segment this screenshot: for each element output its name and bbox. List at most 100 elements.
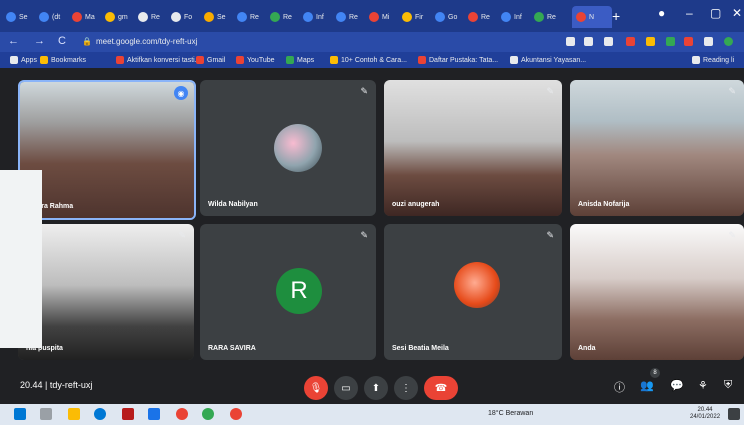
bookmark-icon: [286, 56, 294, 64]
tab-active[interactable]: N: [572, 6, 612, 28]
participant-tile[interactable]: ✎ Anda: [570, 224, 744, 360]
chat-icon[interactable]: 💬: [670, 379, 684, 392]
bookmark-label: Akuntansi Yayasan...: [521, 56, 587, 64]
tab-favicon: [435, 12, 445, 22]
active-tab-favicon: [576, 12, 586, 22]
chrome-icon[interactable]: [202, 408, 214, 420]
tab[interactable]: Fir: [402, 8, 432, 26]
participant-tile[interactable]: ✎ ouzi anugerah: [384, 80, 562, 216]
tab[interactable]: Ma: [72, 8, 102, 26]
bookmark-item[interactable]: Apps: [10, 54, 37, 66]
bookmark-label: Gmail: [207, 56, 226, 64]
tab[interactable]: Re: [534, 8, 564, 26]
tab[interactable]: gm: [105, 8, 135, 26]
tab[interactable]: Inf: [501, 8, 531, 26]
speaking-indicator-icon: ◉: [174, 86, 188, 100]
tab[interactable]: Re: [138, 8, 168, 26]
mic-off-icon: ✎: [360, 230, 368, 240]
chrome-icon[interactable]: [230, 408, 242, 420]
participant-avatar: R: [276, 268, 322, 314]
tab-label: Mi: [382, 13, 390, 21]
start-icon[interactable]: [14, 408, 26, 420]
tab-favicon: [204, 12, 214, 22]
tab[interactable]: Re: [468, 8, 498, 26]
tab-favicon: [468, 12, 478, 22]
participant-tile[interactable]: ✎ Anisda Nofarija: [570, 80, 744, 216]
info-icon[interactable]: ⓘ: [614, 379, 625, 395]
url-input[interactable]: meet.google.com/tdy-reft-uxj: [96, 35, 536, 49]
extension-icon[interactable]: [684, 37, 693, 46]
tab[interactable]: Fo: [171, 8, 201, 26]
profile-avatar-icon[interactable]: [724, 37, 733, 46]
clock[interactable]: 20.44 24/01/2022: [690, 407, 720, 421]
reading-list-icon: [692, 56, 700, 64]
meeting-code: tdy-reft-uxj: [49, 380, 93, 390]
participant-tile[interactable]: ✎ Sesi Beatia Meila: [384, 224, 562, 360]
tab-favicon: [303, 12, 313, 22]
bookmark-item[interactable]: Daftar Pustaka: Tata...: [418, 54, 498, 66]
share-icon[interactable]: [584, 37, 593, 46]
reload-icon[interactable]: C: [58, 35, 66, 47]
tab-favicon: [6, 12, 16, 22]
tab[interactable]: Inf: [303, 8, 333, 26]
weather-widget[interactable]: 18°C Berawan: [488, 410, 533, 417]
bookmark-item[interactable]: YouTube: [236, 54, 275, 66]
app-icon[interactable]: [148, 408, 160, 420]
tab-label: Se: [19, 13, 28, 21]
extension-pdf-icon[interactable]: [626, 37, 635, 46]
camera-indicator-icon[interactable]: [566, 37, 575, 46]
activities-icon[interactable]: ⚘: [698, 379, 708, 392]
participant-tile[interactable]: ✎ nia puspita: [18, 224, 194, 360]
minimize-icon[interactable]: –: [686, 6, 693, 20]
tab[interactable]: Se: [6, 8, 36, 26]
participant-avatar: [274, 124, 322, 172]
tab[interactable]: Se: [204, 8, 234, 26]
maximize-icon[interactable]: ▢: [710, 6, 721, 20]
bookmark-item[interactable]: Bookmarks: [40, 54, 86, 66]
leave-call-button[interactable]: ☎: [424, 376, 458, 400]
tab[interactable]: Re: [270, 8, 300, 26]
tab[interactable]: Re: [237, 8, 267, 26]
notification-icon[interactable]: [728, 408, 740, 420]
tab[interactable]: Re: [336, 8, 366, 26]
edge-icon[interactable]: [94, 408, 106, 420]
tab[interactable]: Mi: [369, 8, 399, 26]
participant-video: [20, 82, 194, 218]
mic-toggle-button[interactable]: 🎙: [304, 376, 328, 400]
bookmark-item[interactable]: Akuntansi Yayasan...: [510, 54, 586, 66]
extension-icon[interactable]: [666, 37, 675, 46]
present-button[interactable]: ⬆: [364, 376, 388, 400]
people-icon[interactable]: 👥: [640, 379, 654, 392]
tab[interactable]: (dt: [39, 8, 69, 26]
opera-icon[interactable]: [176, 408, 188, 420]
tab-favicon: [39, 12, 49, 22]
tab-favicon: [72, 12, 82, 22]
host-controls-icon[interactable]: ⛨: [724, 379, 732, 392]
star-icon[interactable]: [604, 37, 613, 46]
participant-count-badge: 8: [650, 368, 660, 378]
extensions-puzzle-icon[interactable]: [704, 37, 713, 46]
back-icon[interactable]: ←: [8, 35, 19, 47]
participant-tile[interactable]: ✎ Wilda Nabilyan: [200, 80, 376, 216]
bookmark-item[interactable]: Aktifkan konversi tasti...: [116, 54, 201, 66]
app-icon[interactable]: [122, 408, 134, 420]
extension-icon[interactable]: [646, 37, 655, 46]
tab-favicon: [270, 12, 280, 22]
profile-icon[interactable]: ●: [658, 6, 665, 20]
close-icon[interactable]: ✕: [732, 6, 742, 20]
reading-list[interactable]: Reading li: [692, 54, 734, 66]
bookmark-item[interactable]: 10+ Contoh & Cara...: [330, 54, 407, 66]
tab-favicon: [534, 12, 544, 22]
bookmark-item[interactable]: Maps: [286, 54, 314, 66]
new-tab-button[interactable]: +: [612, 8, 620, 24]
participant-tile[interactable]: R ✎ RARA SAVIRA: [200, 224, 376, 360]
tab[interactable]: Go: [435, 8, 465, 26]
camera-toggle-button[interactable]: ▭: [334, 376, 358, 400]
bookmark-icon: [116, 56, 124, 64]
search-icon[interactable]: [40, 408, 52, 420]
file-explorer-icon[interactable]: [68, 408, 80, 420]
participant-tile[interactable]: ◉ Nafira Rahma: [18, 80, 196, 220]
bookmark-item[interactable]: Gmail: [196, 54, 225, 66]
forward-icon[interactable]: →: [34, 35, 45, 47]
more-options-button[interactable]: ⋮: [394, 376, 418, 400]
